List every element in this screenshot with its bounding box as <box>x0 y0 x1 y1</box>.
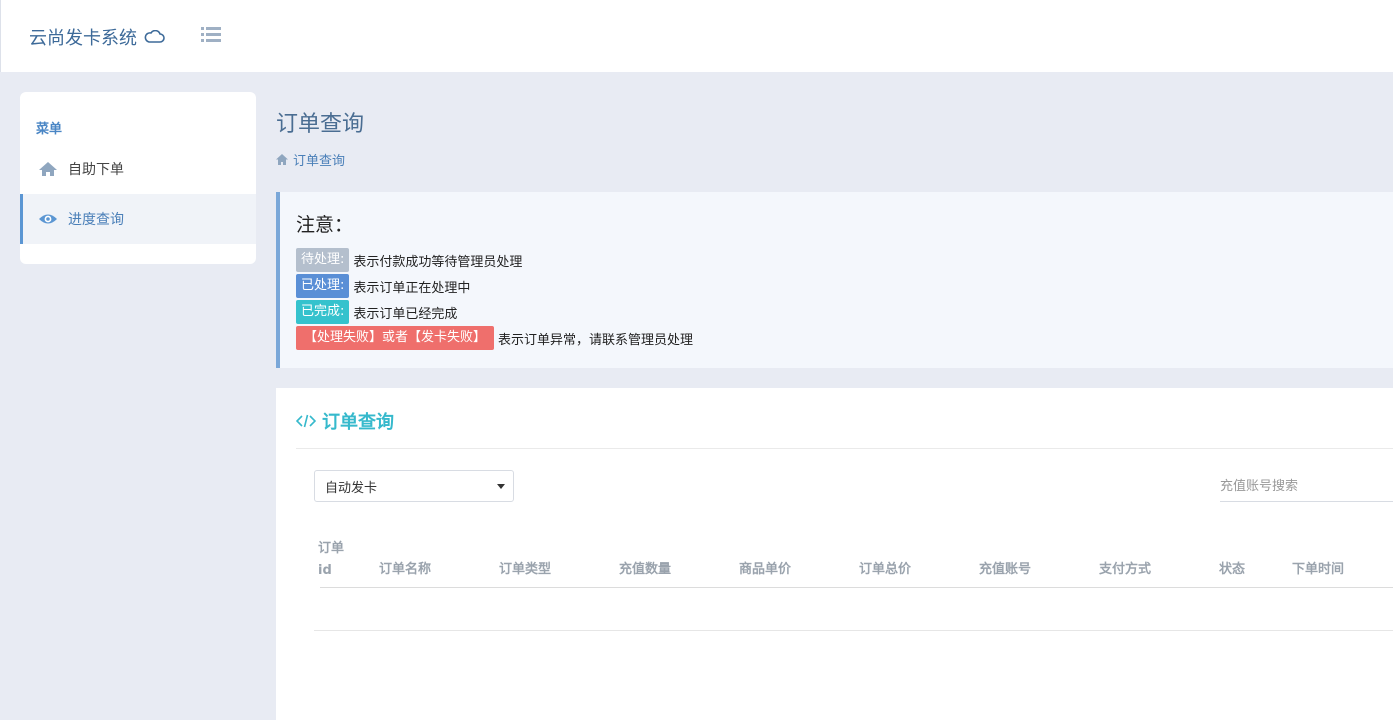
notice-row: 待处理: 表示付款成功等待管理员处理 <box>296 247 1393 273</box>
notice-text: 表示订单正在处理中 <box>353 280 471 296</box>
status-badge-processed: 已处理: <box>296 274 350 298</box>
home-icon <box>276 154 288 165</box>
status-badge-completed: 已完成: <box>296 300 350 324</box>
account-search-input[interactable] <box>1220 472 1393 502</box>
cloud-icon <box>144 30 165 43</box>
panel-header: 订单查询 <box>296 408 394 434</box>
column-header[interactable]: 下单时间 <box>1292 558 1344 577</box>
card-type-select[interactable]: 自动发卡 <box>314 470 514 502</box>
column-header[interactable]: 商品单价 <box>739 558 791 577</box>
notice-row: 已完成: 表示订单已经完成 <box>296 299 1393 325</box>
column-header[interactable]: 订单总价 <box>859 558 911 577</box>
app-title: 云尚发卡系统 <box>29 28 137 49</box>
caret-down-icon <box>497 484 505 489</box>
column-header[interactable]: 订单名称 <box>379 558 431 577</box>
sidebar-title: 菜单 <box>36 122 63 137</box>
sidebar-item-order[interactable]: 自助下单 <box>20 144 256 194</box>
notice-title: 注意： <box>296 214 354 236</box>
sidebar-item-label: 进度查询 <box>68 212 124 228</box>
notice-row: 【处理失败】或者【发卡失败】 表示订单异常，请联系管理员处理 <box>296 325 1393 351</box>
home-icon <box>39 162 57 176</box>
notice-text: 表示订单已经完成 <box>353 306 458 322</box>
table-body-divider <box>314 630 1393 631</box>
list-menu-icon[interactable] <box>201 26 221 44</box>
notice-box: 注意： 待处理: 表示付款成功等待管理员处理 已处理: 表示订单正在处理中 已完… <box>276 192 1393 368</box>
panel-title: 订单查询 <box>322 412 394 433</box>
code-icon <box>296 414 316 428</box>
eye-icon <box>39 214 57 224</box>
column-header[interactable]: 状态 <box>1219 558 1245 577</box>
top-bar: 云尚发卡系统 <box>0 0 1393 72</box>
breadcrumb-label: 订单查询 <box>293 154 346 169</box>
breadcrumb[interactable]: 订单查询 <box>276 150 345 169</box>
notice-text: 表示付款成功等待管理员处理 <box>353 254 523 270</box>
notice-text: 表示订单异常，请联系管理员处理 <box>498 332 694 348</box>
column-header[interactable]: 充值账号 <box>979 558 1031 577</box>
sidebar-item-progress[interactable]: 进度查询 <box>20 194 256 244</box>
table-header: 订单id 订单名称 订单类型 充值数量 商品单价 订单总价 充值账号 支付方式 … <box>318 532 1393 588</box>
divider <box>296 448 1393 449</box>
status-badge-failed: 【处理失败】或者【发卡失败】 <box>296 326 495 350</box>
brand[interactable]: 云尚发卡系统 <box>29 24 165 50</box>
column-header[interactable]: 订单id <box>318 538 350 582</box>
column-header[interactable]: 订单类型 <box>499 558 551 577</box>
select-value: 自动发卡 <box>325 480 378 496</box>
sidebar-item-label: 自助下单 <box>68 162 124 178</box>
page-title: 订单查询 <box>276 112 365 137</box>
sidebar: 菜单 自助下单 进度查询 <box>20 92 256 264</box>
status-badge-pending: 待处理: <box>296 248 350 272</box>
order-query-panel: 订单查询 自动发卡 订单id 订单名称 订单类型 充值数量 商品单价 订单总价 … <box>276 388 1393 720</box>
column-header[interactable]: 支付方式 <box>1099 558 1151 577</box>
column-header[interactable]: 充值数量 <box>619 558 671 577</box>
main-content: 订单查询 订单查询 注意： 待处理: 表示付款成功等待管理员处理 已处理: 表示… <box>276 72 1393 720</box>
notice-row: 已处理: 表示订单正在处理中 <box>296 273 1393 299</box>
